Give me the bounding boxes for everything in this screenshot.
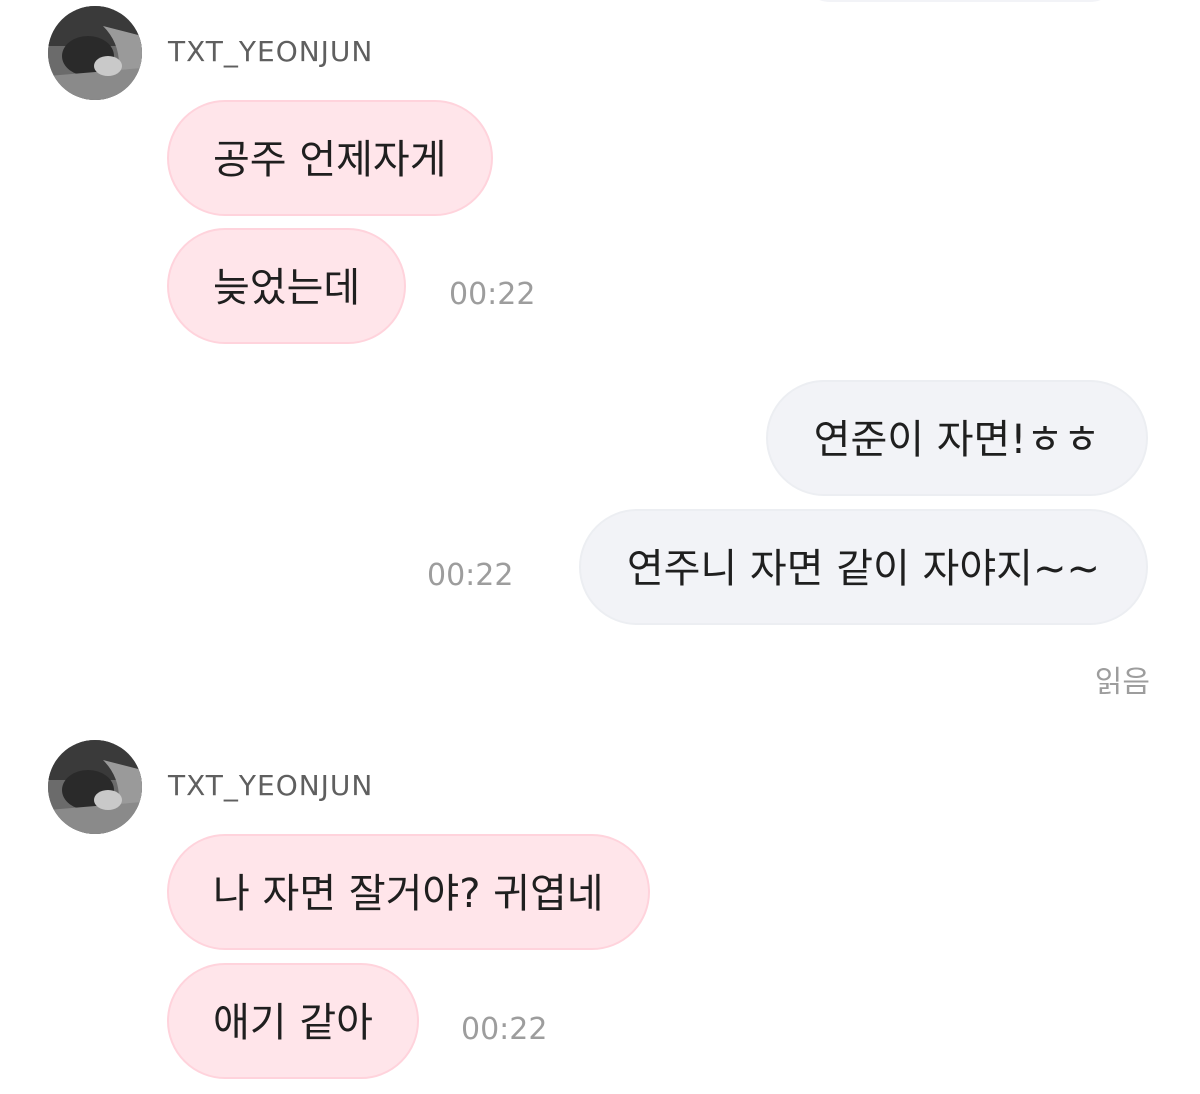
read-receipt: 읽음 xyxy=(1094,665,1150,700)
message-bubble-incoming[interactable]: 공주 언제자게 xyxy=(167,100,493,216)
message-bubble-outgoing[interactable]: 연주니 자면 같이 자야지~~ xyxy=(578,509,1148,625)
sender-name: TXT_YEONJUN xyxy=(168,35,374,68)
avatar-photo-icon xyxy=(48,740,142,834)
sender-name: TXT_YEONJUN xyxy=(168,769,374,802)
previous-message-bubble xyxy=(800,0,1120,2)
message-bubble-incoming[interactable]: 나 자면 잘거야? 귀엽네 xyxy=(167,834,650,950)
message-timestamp: 00:22 xyxy=(461,1012,548,1047)
message-timestamp: 00:22 xyxy=(427,558,514,593)
message-bubble-outgoing[interactable]: 연준이 자면!ㅎㅎ xyxy=(765,380,1148,496)
message-bubble-incoming[interactable]: 애기 같아 xyxy=(167,963,419,1079)
sender-avatar[interactable] xyxy=(48,740,142,834)
avatar-photo-icon xyxy=(48,6,142,100)
sender-avatar[interactable] xyxy=(48,6,142,100)
message-timestamp: 00:22 xyxy=(449,277,536,312)
message-bubble-incoming[interactable]: 늦었는데 xyxy=(167,228,407,344)
